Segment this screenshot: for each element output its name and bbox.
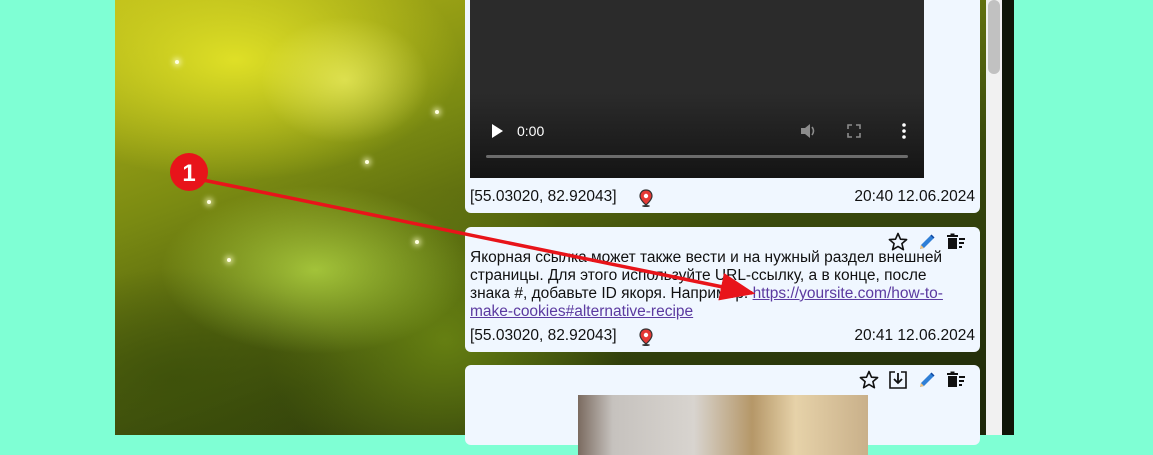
- annotation-marker-number: 1: [182, 160, 195, 187]
- annotation-arrow: [202, 178, 756, 301]
- annotation-overlay: 1: [170, 153, 756, 301]
